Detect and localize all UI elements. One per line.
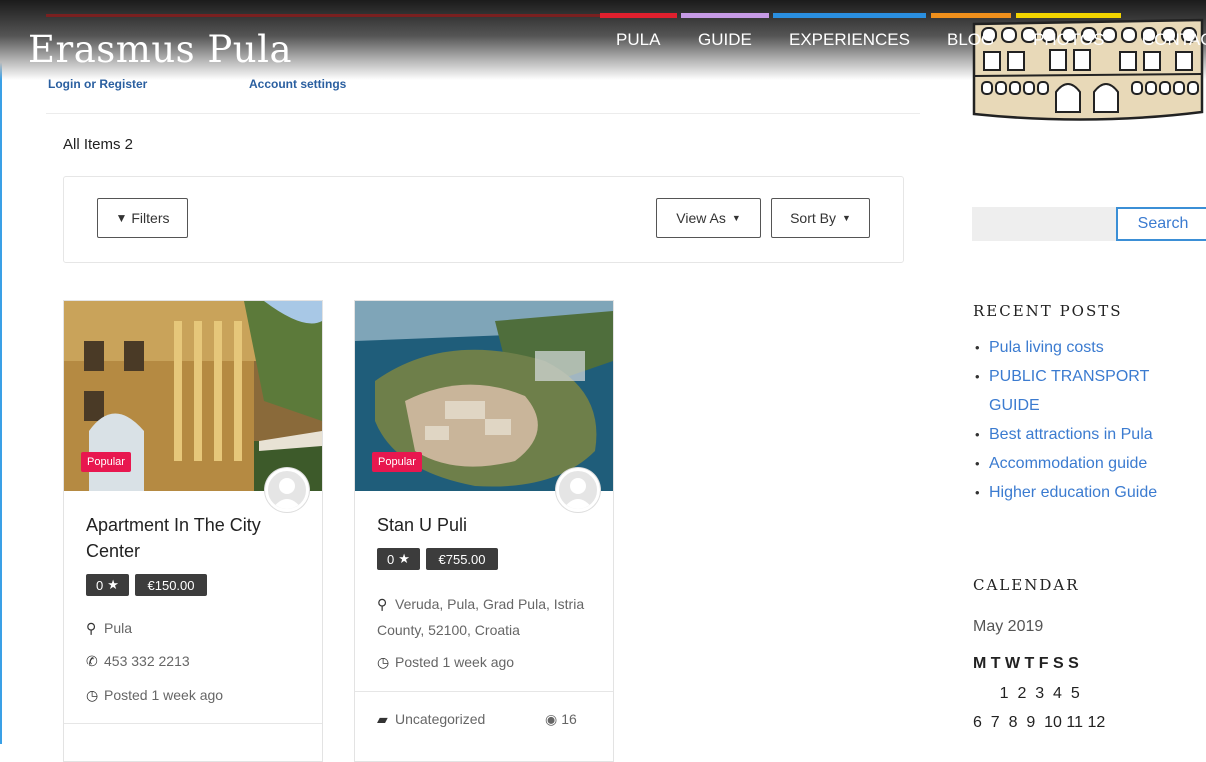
header-top-rule: [46, 14, 606, 17]
listing-title[interactable]: Apartment In The City Center: [86, 512, 306, 564]
view-as-dropdown[interactable]: View As ▼: [656, 198, 761, 238]
location-row: ⚲ Pula: [86, 615, 316, 641]
location-row: ⚲ Veruda, Pula, Grad Pula, Istria County,…: [377, 591, 607, 643]
location-text: Pula: [104, 620, 133, 636]
nav-color-bar-experiences: [773, 13, 926, 18]
recent-post-link[interactable]: Pula living costs: [975, 333, 1175, 362]
search-button[interactable]: Search: [1116, 207, 1206, 241]
calendar-week-row: 1 2 3 4 5: [973, 685, 1080, 702]
nav-color-bar-pula: [600, 13, 677, 18]
posted-row: ◷ Posted 1 week ago: [86, 682, 316, 708]
listing-card[interactable]: Popular Stan U Puli 0 ★ €755.00 ⚲ Veruda,…: [354, 300, 614, 762]
sort-by-label: Sort By: [790, 210, 836, 226]
posted-text: Posted 1 week ago: [104, 687, 224, 703]
user-icon: [563, 478, 593, 509]
folder-icon: ▰: [377, 711, 388, 727]
calendar-title: CALENDAR: [973, 576, 1080, 594]
listing-card[interactable]: Popular Apartment In The City Center 0 ★…: [63, 300, 323, 762]
site-logo[interactable]: Erasmus Pula: [28, 28, 292, 71]
items-count-label: All Items 2: [63, 136, 134, 153]
recent-post-link[interactable]: Best attractions in Pula: [975, 420, 1175, 449]
avatar[interactable]: [265, 468, 309, 512]
star-icon: ★: [107, 577, 119, 592]
header-divider: [46, 113, 920, 114]
calendar-weekday-header: M T W T F S S: [973, 655, 1079, 672]
clock-icon: ◷: [86, 687, 99, 703]
map-marker-icon: ⚲: [86, 620, 97, 636]
nav-item-experiences[interactable]: EXPERIENCES: [789, 30, 910, 50]
filters-button[interactable]: ▼ Filters: [97, 198, 188, 238]
nav-item-contact-label: CONTACT: [1142, 30, 1206, 49]
nav-item-pula[interactable]: PULA: [616, 30, 660, 50]
nav-item-contact[interactable]: CONTACT: [1142, 30, 1206, 50]
listing-toolbar: ▼ Filters View As ▼ Sort By ▼: [63, 176, 904, 263]
calendar-week-row: 6 7 8 9 10 11 12: [973, 714, 1106, 731]
filter-icon: ▼: [115, 211, 128, 225]
avatar[interactable]: [556, 468, 600, 512]
views-value: 16: [561, 711, 577, 727]
card-divider: [64, 723, 322, 724]
listing-title[interactable]: Stan U Puli: [377, 512, 597, 538]
recent-posts-list: Pula living costs PUBLIC TRANSPORT GUIDE…: [975, 333, 1175, 507]
rating-value: 0: [387, 551, 395, 567]
page-left-border: [0, 0, 2, 744]
user-icon: [272, 478, 302, 509]
recent-post-link[interactable]: Accommodation guide: [975, 449, 1175, 478]
popular-badge: Popular: [81, 452, 131, 472]
recent-posts-title: RECENT POSTS: [973, 302, 1123, 320]
recent-post-link[interactable]: PUBLIC TRANSPORT GUIDE: [975, 362, 1175, 420]
nav-color-bar-guide: [681, 13, 769, 18]
category-link[interactable]: Uncategorized: [395, 711, 485, 727]
nav-item-photos[interactable]: PHOTOS: [1033, 30, 1104, 50]
calendar-month: May 2019: [973, 618, 1044, 635]
search-input[interactable]: [972, 207, 1116, 241]
sort-by-dropdown[interactable]: Sort By ▼: [771, 198, 870, 238]
star-icon: ★: [398, 551, 410, 566]
posted-text: Posted 1 week ago: [395, 654, 515, 670]
phone-text[interactable]: 453 332 2213: [104, 653, 190, 669]
nav-item-blog[interactable]: BLOG: [947, 30, 994, 50]
price-badge: €755.00: [426, 548, 498, 570]
price-badge: €150.00: [135, 574, 207, 596]
eye-icon: ◉: [545, 711, 558, 727]
clock-icon: ◷: [377, 654, 390, 670]
rating-badge: 0 ★: [86, 574, 129, 596]
popular-badge: Popular: [372, 452, 422, 472]
views-count: ◉ 16: [545, 706, 605, 732]
account-settings-link[interactable]: Account settings: [249, 77, 346, 91]
nav-item-guide[interactable]: GUIDE: [698, 30, 752, 50]
rating-badge: 0 ★: [377, 548, 420, 570]
caret-down-icon: ▼: [731, 213, 741, 223]
map-marker-icon: ⚲: [377, 596, 388, 612]
phone-row: ✆ 453 332 2213: [86, 648, 316, 674]
recent-post-link[interactable]: Higher education Guide: [975, 478, 1175, 507]
caret-down-icon: ▼: [841, 213, 851, 223]
login-register-link[interactable]: Login or Register: [48, 77, 147, 91]
rating-value: 0: [96, 577, 104, 593]
posted-row: ◷ Posted 1 week ago: [377, 649, 607, 675]
phone-icon: ✆: [86, 653, 98, 669]
filters-button-label: Filters: [131, 210, 170, 226]
view-as-label: View As: [676, 210, 726, 226]
card-divider: [355, 691, 613, 692]
location-text: Veruda, Pula, Grad Pula, Istria County, …: [377, 596, 585, 638]
